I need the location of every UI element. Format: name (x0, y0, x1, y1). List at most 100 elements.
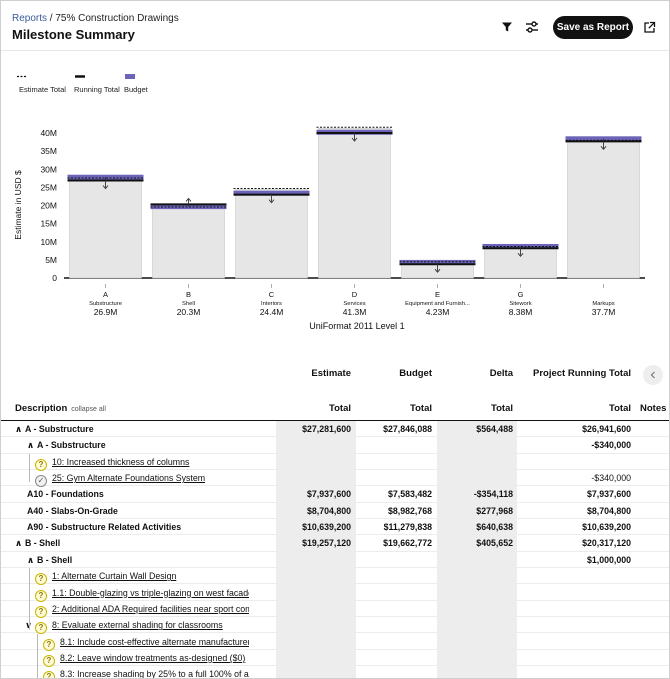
row-label: ? 8.1: Include cost-effective alternate m… (43, 637, 249, 651)
delta-cell: $405,652 (476, 538, 513, 549)
col-description-label: Description (15, 403, 68, 414)
estimate-cell: $19,257,120 (302, 538, 351, 549)
row-label-text: A90 - Substructure Related Activities (27, 522, 182, 533)
x-tick-letter: C (269, 290, 275, 299)
x-tick-value: 26.9M (94, 307, 118, 317)
row-label: ∨? 8: Evaluate external shading for class… (25, 620, 249, 635)
alternate-row[interactable]: ? 8.1: Include cost-effective alternate m… (1, 634, 669, 651)
table-row[interactable]: ∧ A - Substructure $27,281,600 $27,846,088 $… (1, 421, 669, 438)
chevron-up-icon[interactable]: ∧ (15, 538, 25, 549)
alternate-row[interactable]: ? 2: Additional ADA Required facilities n… (1, 601, 669, 618)
x-tick-value: 41.3M (343, 307, 367, 317)
chevron-up-icon[interactable]: ∧ (15, 424, 25, 435)
breadcrumb: Reports / 75% Construction Drawings (12, 13, 179, 24)
table-row[interactable]: ∧ A - Substructure -$340,000 (1, 437, 669, 454)
row-label-text: A - Substructure (25, 424, 94, 434)
alternate-link[interactable]: 25: Gym Alternate Foundations System (52, 473, 205, 483)
legend-label: Running Total (74, 85, 120, 94)
breadcrumb-reports-link[interactable]: Reports (12, 13, 47, 24)
alternate-row[interactable]: ? 1: Alternate Curtain Wall Design (1, 568, 669, 586)
share-icon[interactable] (640, 18, 658, 36)
row-label: ∧ A - Substructure (27, 440, 271, 451)
alternate-row[interactable]: ? 10: Increased thickness of columns (1, 454, 669, 471)
col-estimate-total[interactable]: Total (261, 403, 351, 414)
estimate-cell: $10,639,200 (302, 522, 351, 533)
table-group-header: Estimate Budget Delta Project Running To… (1, 361, 669, 385)
x-tick-letter: E (435, 290, 440, 299)
row-label-text: A - Substructure (37, 440, 106, 451)
alternate-link[interactable]: 10: Increased thickness of columns (52, 457, 189, 467)
col-group-budget: Budget (399, 368, 432, 379)
col-group-running-total: Project Running Total (533, 368, 631, 379)
alternate-link[interactable]: 1.1: Double-glazing vs triple-glazing on… (52, 588, 249, 598)
estimate-cell: $7,937,600 (306, 489, 351, 500)
table-row[interactable]: ∧ B - Shell $19,257,120 $19,662,772 $405,652… (1, 535, 669, 552)
chevron-down-icon[interactable]: ∨ (25, 620, 35, 631)
y-tick-label: 40M (40, 128, 57, 138)
row-label: ? 1: Alternate Curtain Wall Design (35, 571, 249, 586)
chevron-up-icon[interactable]: ∧ (27, 440, 37, 451)
alternate-row[interactable]: ✓ 25: Gym Alternate Foundations System -$3… (1, 470, 669, 488)
x-tick-value: 4.23M (426, 307, 450, 317)
pending-question-icon: ? (43, 671, 55, 678)
alternate-row[interactable]: ∨? 8: Evaluate external shading for class… (1, 617, 669, 635)
alternate-link[interactable]: 1: Alternate Curtain Wall Design (52, 571, 176, 581)
table-row[interactable]: A90 - Substructure Related Activities $10… (1, 519, 669, 536)
save-as-report-button[interactable]: Save as Report (553, 16, 633, 39)
row-label: ∧ B - Shell (27, 555, 271, 566)
pending-question-icon: ? (35, 458, 47, 471)
pending-question-icon: ? (43, 638, 55, 651)
alternate-row[interactable]: ? 1.1: Double-glazing vs triple-glazing o… (1, 585, 669, 602)
delta-cell: $640,638 (476, 522, 513, 533)
filter-icon[interactable] (498, 18, 516, 36)
row-label: ? 10: Increased thickness of columns (35, 457, 249, 471)
bar-d (318, 127, 391, 279)
col-budget-total[interactable]: Total (342, 403, 432, 414)
alternate-row[interactable]: ? 8.2: Leave window treatments as-designe… (1, 650, 669, 667)
running-total-cell: -$340,000 (591, 440, 631, 451)
row-label: A10 - Foundations (27, 489, 271, 499)
y-axis-label: Estimate in USD $ (13, 170, 23, 240)
running-total-cell: $20,317,120 (582, 538, 631, 549)
col-group-delta: Delta (489, 368, 513, 379)
alternate-link[interactable]: 8: Evaluate external shading for classro… (52, 620, 223, 630)
y-tick-label: 20M (40, 201, 57, 211)
accepted-check-icon: ✓ (35, 475, 47, 488)
tree-guide-line (29, 453, 30, 483)
table-row[interactable]: A40 - Slabs-On-Grade $8,704,800 $8,982,768… (1, 503, 669, 520)
budget-cell: $19,662,772 (383, 538, 432, 549)
table-column-header: Description collapse all Total Total Tota… (1, 397, 669, 421)
table-row[interactable]: ∧ B - Shell $1,000,000 (1, 552, 669, 569)
x-tick-value: 37.7M (592, 307, 616, 317)
page-header: Reports / 75% Construction Drawings Mile… (1, 1, 669, 51)
y-tick-label: 35M (40, 146, 57, 156)
x-tick-letter: B (186, 290, 191, 299)
running-total-cell: $7,937,600 (586, 489, 631, 500)
delta-cell: $564,488 (476, 424, 513, 434)
running-total-cell: -$340,000 (591, 473, 631, 484)
alternate-link[interactable]: 8.3: Increase shading by 25% to a full 1… (60, 669, 249, 678)
tree-guide-line (29, 568, 30, 630)
chevron-up-icon[interactable]: ∧ (27, 555, 37, 566)
estimate-cell: $27,281,600 (302, 424, 351, 434)
y-tick-label: 5M (45, 255, 57, 265)
row-label: A90 - Substructure Related Activities (27, 522, 271, 532)
collapse-all-link[interactable]: collapse all (71, 406, 106, 413)
running-total-cell: $26,941,600 (582, 424, 631, 434)
alternate-link[interactable]: 8.1: Include cost-effective alternate ma… (60, 637, 249, 647)
alternate-link[interactable]: 8.2: Leave window treatments as-designed… (60, 653, 245, 663)
settings-sliders-icon[interactable] (523, 18, 541, 36)
delta-cell: $277,968 (476, 505, 513, 516)
col-delta-total[interactable]: Total (423, 403, 513, 414)
col-running-total[interactable]: Total (541, 403, 631, 414)
table-row[interactable]: A10 - Foundations $7,937,600 $7,583,482 -$3… (1, 486, 669, 503)
row-label: ? 8.2: Leave window treatments as-designe… (43, 653, 249, 667)
chevron-left-icon (650, 371, 655, 379)
legend-label: Estimate Total (19, 85, 66, 94)
running-total-cell: $1,000,000 (586, 554, 631, 565)
alternate-row[interactable]: ? 8.3: Increase shading by 25% to a full … (1, 666, 669, 678)
row-label: ? 2: Additional ADA Required facilities n… (35, 604, 249, 618)
alternate-link[interactable]: 2: Additional ADA Required facilities ne… (52, 604, 249, 614)
scroll-columns-left-button[interactable] (643, 365, 663, 385)
pending-question-icon: ? (43, 654, 55, 667)
